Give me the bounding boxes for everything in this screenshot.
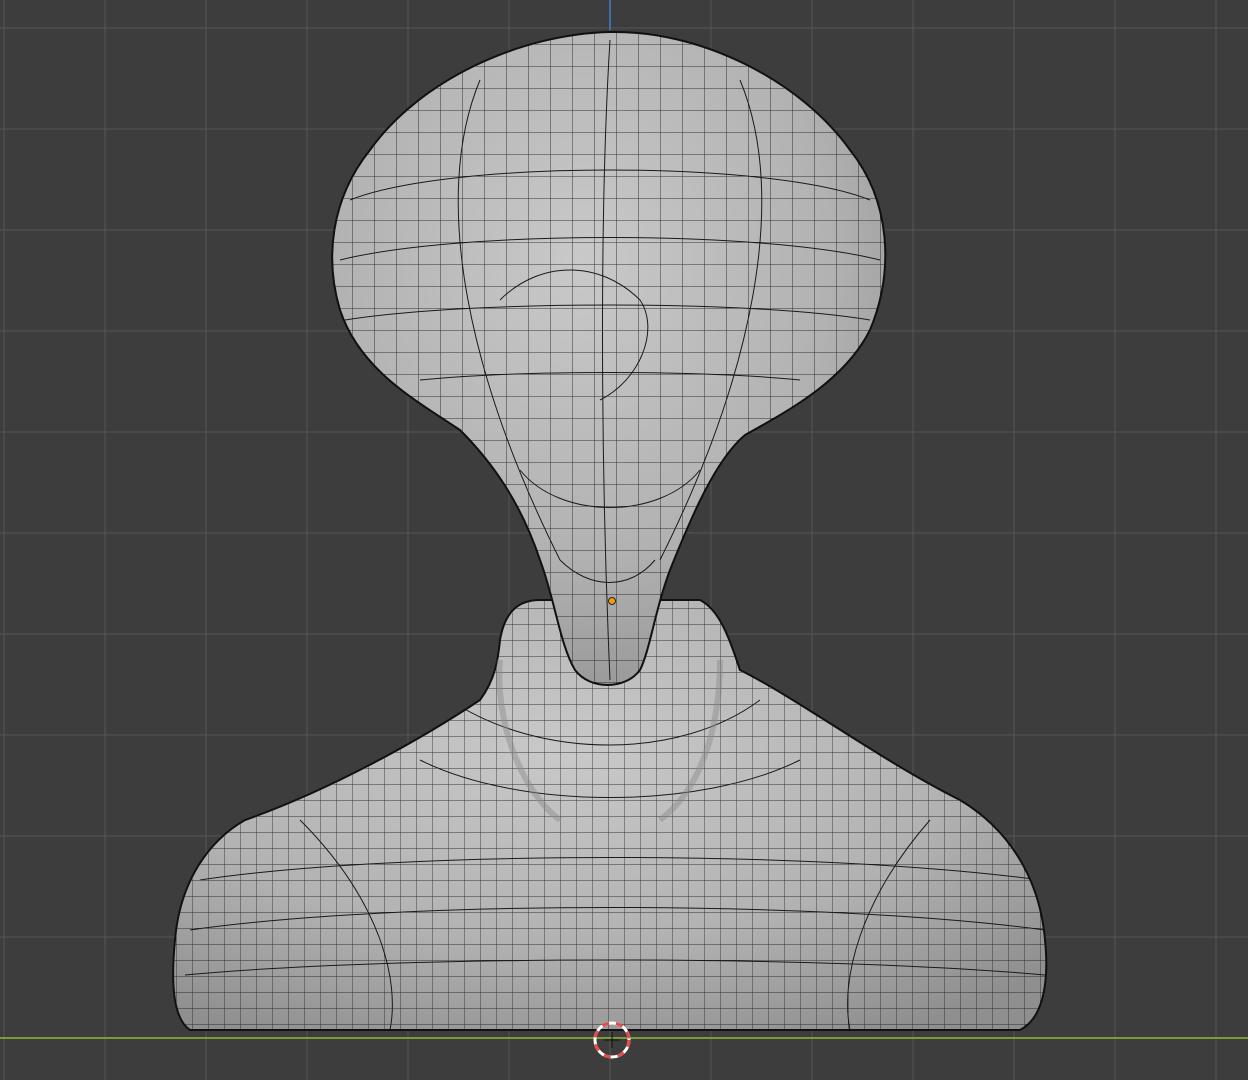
origin-dot-icon[interactable] xyxy=(608,597,616,605)
viewport-canvas[interactable] xyxy=(0,0,1248,1080)
mesh-head[interactable] xyxy=(320,20,920,710)
3d-viewport[interactable] xyxy=(0,0,1248,1080)
